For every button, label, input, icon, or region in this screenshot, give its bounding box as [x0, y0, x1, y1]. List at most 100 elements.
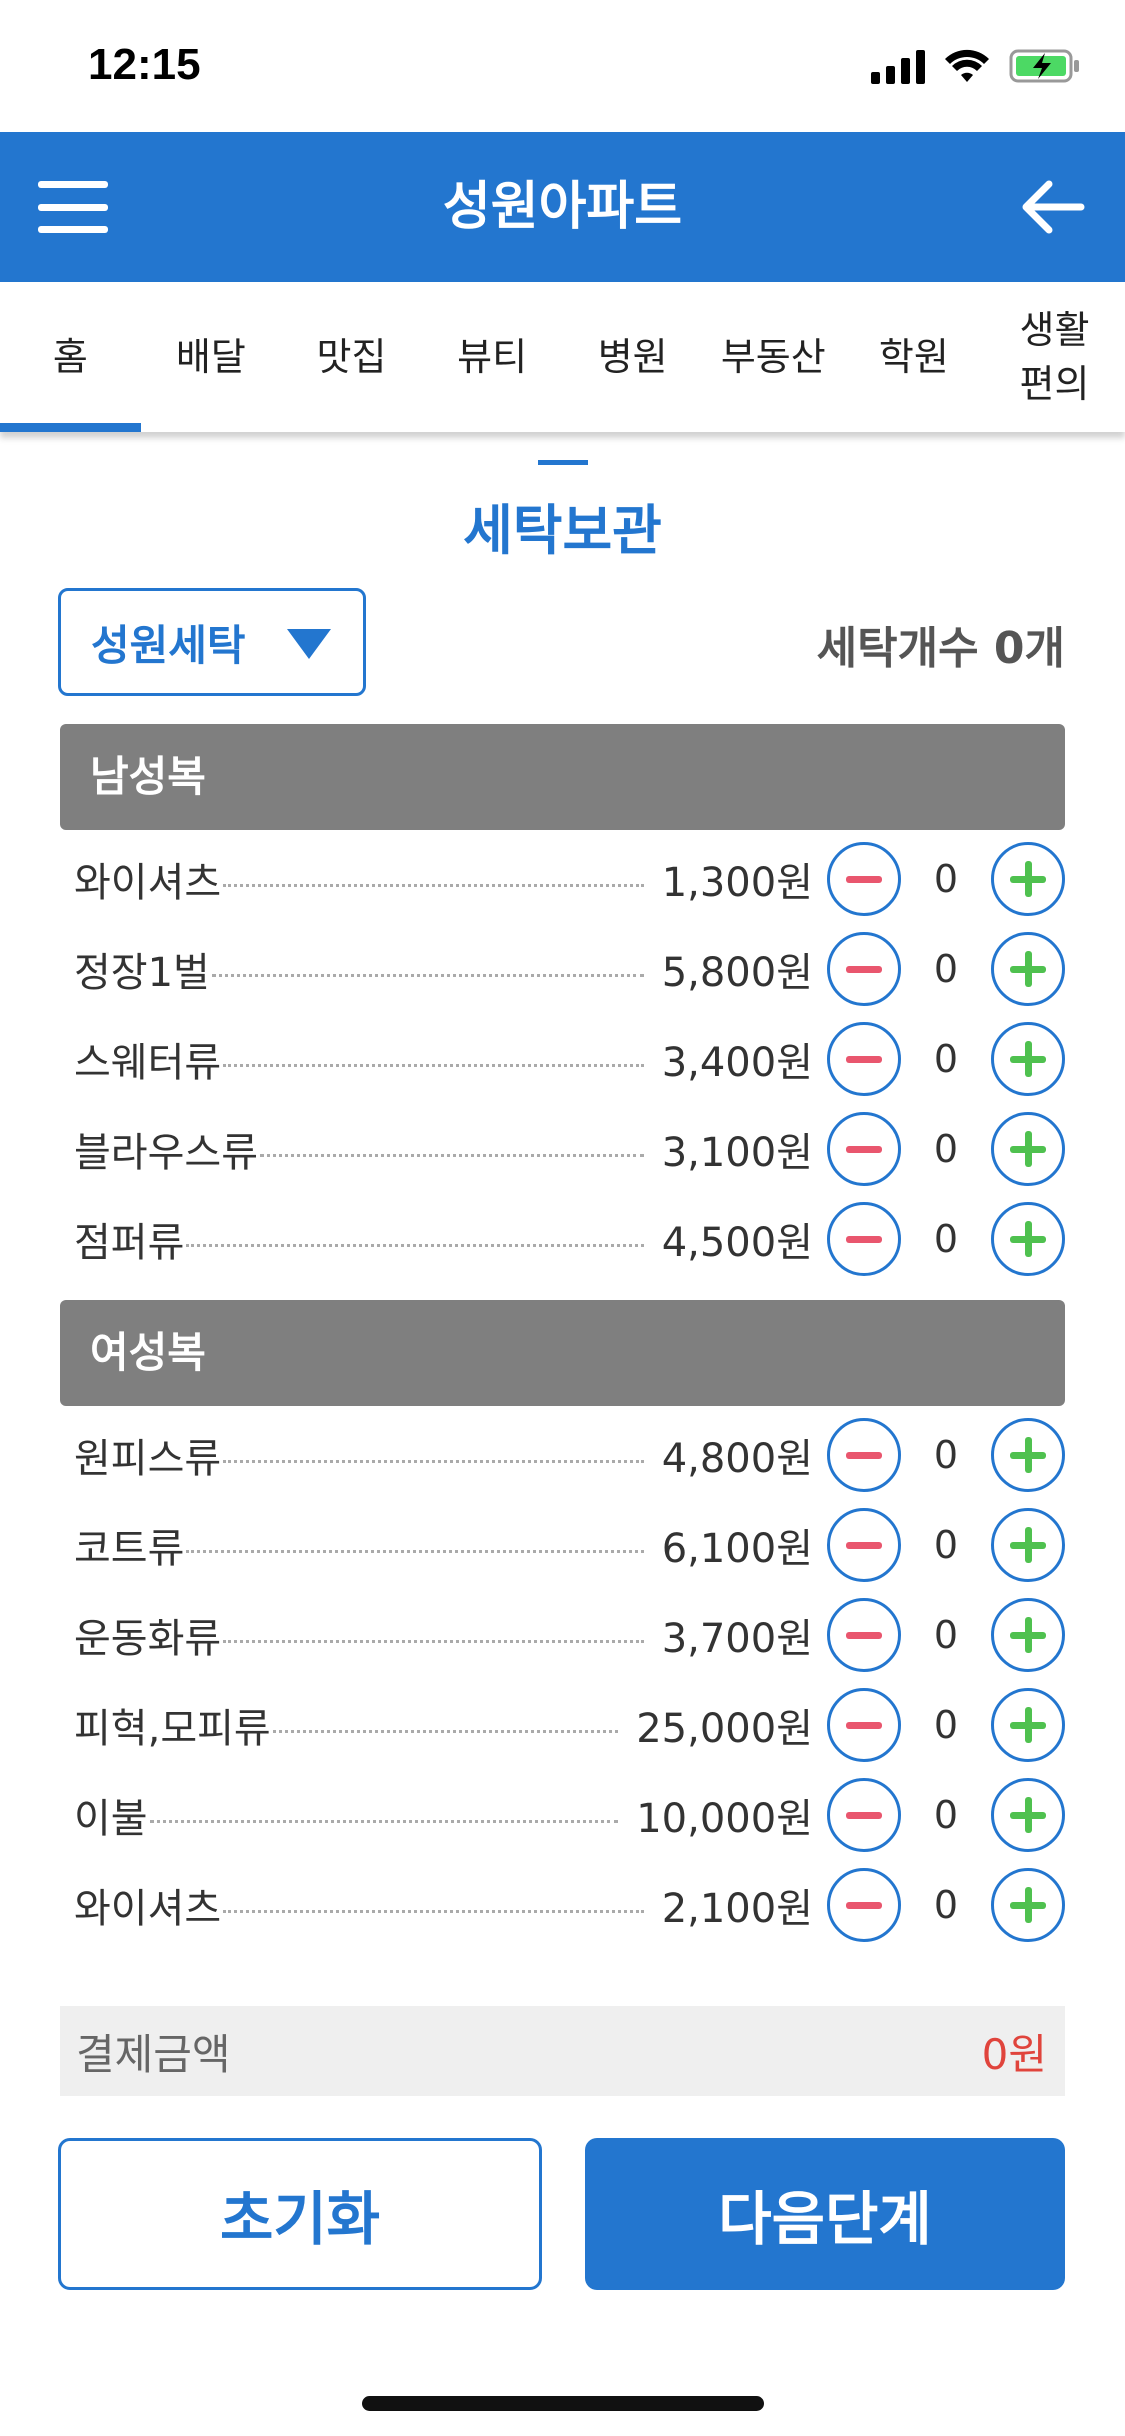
increase-quantity-button[interactable] — [991, 1022, 1065, 1096]
status-icons — [871, 48, 1081, 84]
laundry-item-list[interactable]: 남성복 와이셔츠 1,300원 0 정장1벌 5,800원 0 스웨터류 3,400원 0 블라우스… — [60, 724, 1065, 1974]
list-item: 점퍼류 4,500원 0 — [60, 1194, 1065, 1284]
increase-quantity-button[interactable] — [991, 842, 1065, 916]
dotted-leader — [223, 883, 644, 887]
category-header: 남성복 — [60, 724, 1065, 830]
increase-quantity-button[interactable] — [991, 1598, 1065, 1672]
increase-quantity-button[interactable] — [991, 932, 1065, 1006]
item-price: 1,300원 — [661, 860, 813, 906]
increase-quantity-button[interactable] — [991, 1508, 1065, 1582]
tab-restaurants[interactable]: 맛집 — [281, 282, 422, 432]
increase-quantity-button[interactable] — [991, 1778, 1065, 1852]
tab-academy[interactable]: 학원 — [844, 282, 985, 432]
section-title: 세탁보관 — [463, 499, 662, 562]
item-quantity: 0 — [933, 1793, 959, 1837]
dotted-leader — [223, 1639, 644, 1643]
dotted-leader — [186, 1243, 644, 1247]
decrease-quantity-button[interactable] — [827, 1688, 901, 1762]
list-item: 이불 10,000원 0 — [60, 1770, 1065, 1860]
item-name: 와이셔츠 — [74, 860, 222, 906]
list-item: 피혁,모피류 25,000원 0 — [60, 1680, 1065, 1770]
next-step-button[interactable]: 다음단계 — [585, 2138, 1065, 2290]
page-title: 성원아파트 — [442, 178, 683, 236]
list-item: 와이셔츠 2,100원 0 — [60, 1860, 1065, 1950]
wifi-icon — [945, 49, 989, 82]
item-name: 점퍼류 — [74, 1220, 185, 1266]
item-price: 3,700원 — [661, 1616, 813, 1662]
dotted-leader — [223, 1063, 644, 1067]
item-price: 4,800원 — [661, 1436, 813, 1482]
dotted-leader — [211, 973, 644, 977]
decrease-quantity-button[interactable] — [827, 1418, 901, 1492]
item-quantity: 0 — [933, 947, 959, 991]
item-price: 25,000원 — [636, 1706, 813, 1752]
item-quantity: 0 — [933, 1703, 959, 1747]
home-indicator — [362, 2396, 764, 2411]
increase-quantity-button[interactable] — [991, 1868, 1065, 1942]
payment-total-label: 결제금액 — [76, 2029, 231, 2079]
tab-convenience[interactable]: 생활 편의 — [984, 282, 1125, 432]
item-name: 블라우스류 — [74, 1130, 258, 1176]
app-header: 성원아파트 — [0, 132, 1125, 282]
reset-button[interactable]: 초기화 — [58, 2138, 542, 2290]
shop-dropdown-label: 성원세탁 — [91, 620, 246, 670]
category-block: 여성복 원피스류 4,800원 0 코트류 6,100원 0 운동화류 3,700원 0 피혁,모피… — [60, 1300, 1065, 1958]
decrease-quantity-button[interactable] — [827, 1598, 901, 1672]
battery-charging-icon — [1009, 49, 1079, 83]
dotted-leader — [186, 1549, 644, 1553]
dotted-leader — [149, 1819, 619, 1823]
section-title-divider — [538, 460, 588, 465]
shop-dropdown[interactable]: 성원세탁 — [58, 588, 366, 696]
decrease-quantity-button[interactable] — [827, 1202, 901, 1276]
category-block: 남성복 와이셔츠 1,300원 0 정장1벌 5,800원 0 스웨터류 3,400원 0 블라우스… — [60, 724, 1065, 1292]
item-quantity: 0 — [933, 1523, 959, 1567]
list-item: 스웨터류 3,400원 0 — [60, 1014, 1065, 1104]
item-quantity: 0 — [933, 1127, 959, 1171]
caret-down-icon — [287, 629, 331, 659]
decrease-quantity-button[interactable] — [827, 1868, 901, 1942]
decrease-quantity-button[interactable] — [827, 1508, 901, 1582]
item-name: 피혁,모피류 — [74, 1706, 271, 1752]
dotted-leader — [272, 1729, 619, 1733]
increase-quantity-button[interactable] — [991, 1112, 1065, 1186]
item-quantity: 0 — [933, 857, 959, 901]
increase-quantity-button[interactable] — [991, 1688, 1065, 1762]
decrease-quantity-button[interactable] — [827, 842, 901, 916]
item-name: 정장1벌 — [74, 950, 210, 996]
increase-quantity-button[interactable] — [991, 1202, 1065, 1276]
list-item: 와이셔츠 1,300원 0 — [60, 834, 1065, 924]
list-item: 블라우스류 3,100원 0 — [60, 1104, 1065, 1194]
item-quantity: 0 — [933, 1613, 959, 1657]
list-item: 운동화류 3,700원 0 — [60, 1590, 1065, 1680]
increase-quantity-button[interactable] — [991, 1418, 1065, 1492]
item-name: 코트류 — [74, 1526, 185, 1572]
back-arrow-icon[interactable] — [1017, 172, 1087, 242]
category-tabs: 홈 배달 맛집 뷰티 병원 부동산 학원 생활 편의 — [0, 282, 1125, 432]
item-name: 운동화류 — [74, 1616, 222, 1662]
tab-hospital[interactable]: 병원 — [562, 282, 703, 432]
item-price: 6,100원 — [661, 1526, 813, 1572]
decrease-quantity-button[interactable] — [827, 1112, 901, 1186]
list-item: 정장1벌 5,800원 0 — [60, 924, 1065, 1014]
list-item: 코트류 6,100원 0 — [60, 1500, 1065, 1590]
tab-real-estate[interactable]: 부동산 — [703, 282, 844, 432]
laundry-count: 세탁개수 0개 — [816, 623, 1065, 674]
item-price: 5,800원 — [661, 950, 813, 996]
decrease-quantity-button[interactable] — [827, 1778, 901, 1852]
status-time: 12:15 — [88, 40, 201, 89]
tab-beauty[interactable]: 뷰티 — [422, 282, 563, 432]
item-price: 10,000원 — [636, 1796, 813, 1842]
item-name: 와이셔츠 — [74, 1886, 222, 1932]
category-header: 여성복 — [60, 1300, 1065, 1406]
item-quantity: 0 — [933, 1433, 959, 1477]
signal-icon — [871, 48, 925, 84]
decrease-quantity-button[interactable] — [827, 1022, 901, 1096]
dotted-leader — [260, 1153, 644, 1157]
tab-home[interactable]: 홈 — [0, 282, 141, 432]
dotted-leader — [223, 1459, 644, 1463]
tab-delivery[interactable]: 배달 — [141, 282, 282, 432]
item-quantity: 0 — [933, 1037, 959, 1081]
decrease-quantity-button[interactable] — [827, 932, 901, 1006]
item-quantity: 0 — [933, 1883, 959, 1927]
item-name: 원피스류 — [74, 1436, 222, 1482]
